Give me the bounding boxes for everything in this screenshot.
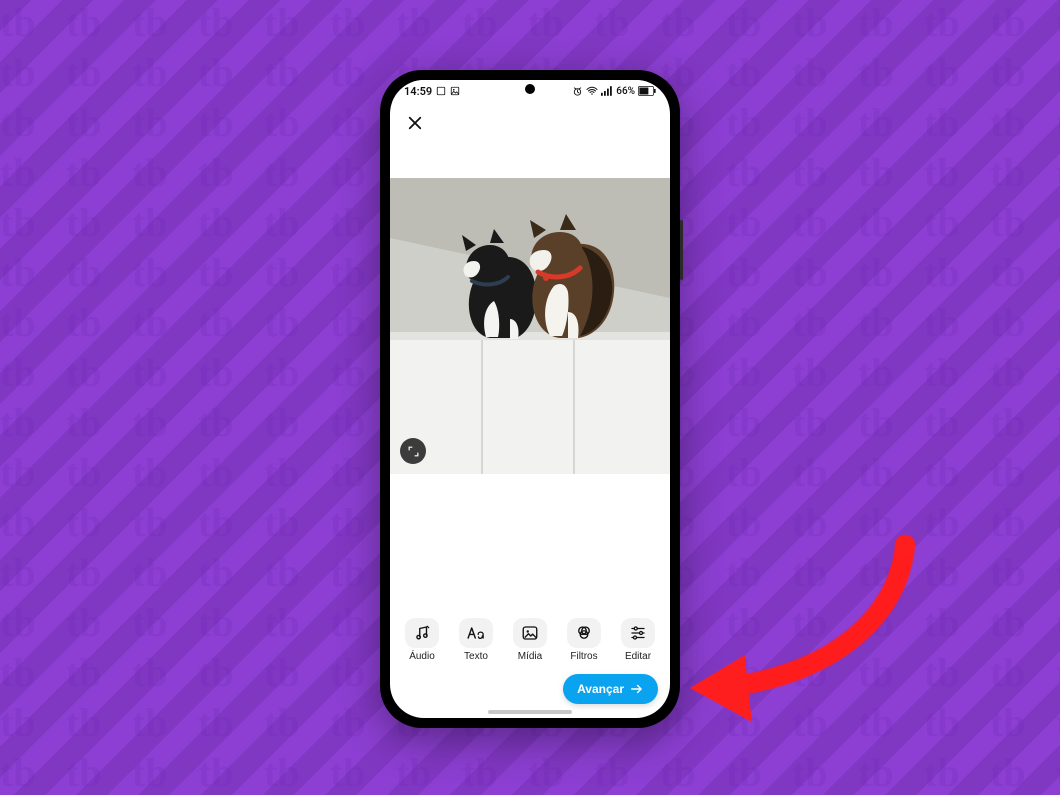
next-button-label: Avançar — [577, 682, 624, 696]
image-icon — [450, 86, 460, 96]
phone-frame: 14:59 66% — [380, 70, 680, 728]
tool-audio-label: Áudio — [409, 651, 435, 662]
tool-text-label: Texto — [464, 651, 488, 662]
tool-edit-label: Editar — [625, 651, 651, 662]
alarm-icon — [572, 86, 583, 97]
next-button[interactable]: Avançar — [563, 674, 658, 704]
battery-icon — [638, 86, 656, 96]
editor-topbar — [390, 102, 670, 144]
text-aa-icon — [459, 618, 493, 648]
signal-icon — [601, 86, 613, 96]
editor-blank-area — [390, 474, 670, 612]
phone-screen: 14:59 66% — [390, 80, 670, 718]
close-icon — [406, 114, 424, 132]
tool-media-label: Mídia — [518, 651, 542, 662]
arrow-right-icon — [630, 683, 644, 695]
sliders-icon — [621, 618, 655, 648]
tool-text[interactable]: Texto — [454, 618, 498, 662]
expand-crop-button[interactable] — [400, 438, 426, 464]
editor-tool-row: Áudio Texto Mídia Filtros — [390, 612, 670, 666]
camera-notch — [525, 84, 535, 94]
status-right: 66% — [572, 86, 656, 97]
photo-content — [390, 178, 670, 474]
wifi-icon — [586, 86, 598, 96]
tool-filters-label: Filtros — [570, 651, 597, 662]
screenshot-icon — [436, 86, 446, 96]
tool-media[interactable]: Mídia — [508, 618, 552, 662]
photo-preview[interactable] — [390, 178, 670, 474]
tool-audio[interactable]: Áudio — [400, 618, 444, 662]
close-button[interactable] — [400, 108, 430, 138]
status-left: 14:59 — [404, 85, 460, 98]
image-icon — [513, 618, 547, 648]
status-bar: 14:59 66% — [390, 80, 670, 102]
home-indicator — [488, 710, 572, 714]
tool-filters[interactable]: Filtros — [562, 618, 606, 662]
tool-edit[interactable]: Editar — [616, 618, 660, 662]
expand-icon — [407, 445, 420, 458]
music-note-icon — [405, 618, 439, 648]
filters-venn-icon — [567, 618, 601, 648]
battery-text: 66% — [616, 86, 635, 97]
status-time: 14:59 — [404, 85, 432, 98]
